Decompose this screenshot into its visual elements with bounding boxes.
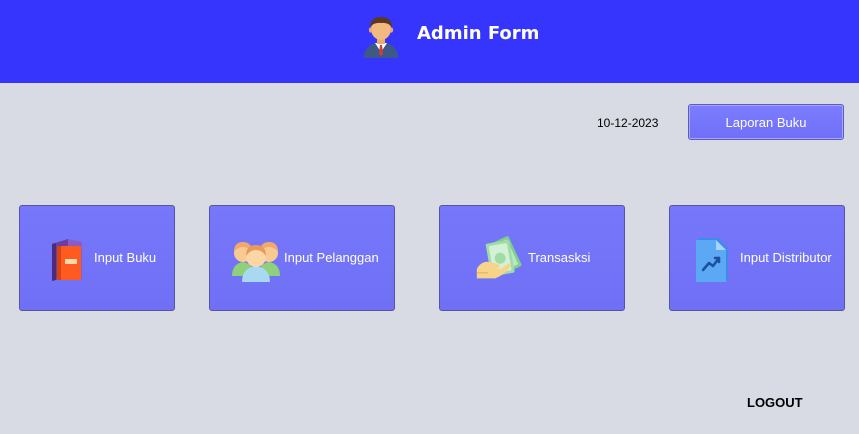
transaksi-button[interactable]: Transasksi — [439, 205, 625, 311]
customers-icon — [232, 242, 280, 282]
money-hand-icon — [476, 236, 522, 279]
admin-form-window: Admin Form 10-12-2023 Laporan Buku Input… — [0, 0, 859, 434]
page-title: Admin Form — [417, 23, 540, 44]
header-bar: Admin Form — [0, 0, 859, 83]
input-pelanggan-button[interactable]: Input Pelanggan — [209, 205, 395, 311]
tile-label: Transasksi — [528, 250, 591, 265]
admin-user-icon — [364, 17, 398, 58]
chart-document-icon — [696, 238, 728, 282]
laporan-buku-button[interactable]: Laporan Buku — [688, 104, 844, 140]
tile-label: Input Distributor — [740, 250, 832, 265]
input-buku-button[interactable]: Input Buku — [19, 205, 175, 311]
current-date: 10-12-2023 — [597, 116, 659, 130]
logout-link[interactable]: LOGOUT — [747, 395, 803, 410]
input-distributor-button[interactable]: Input Distributor — [669, 205, 845, 311]
tile-label: Input Pelanggan — [284, 250, 379, 265]
tile-label: Input Buku — [94, 250, 157, 265]
book-icon — [52, 239, 82, 281]
